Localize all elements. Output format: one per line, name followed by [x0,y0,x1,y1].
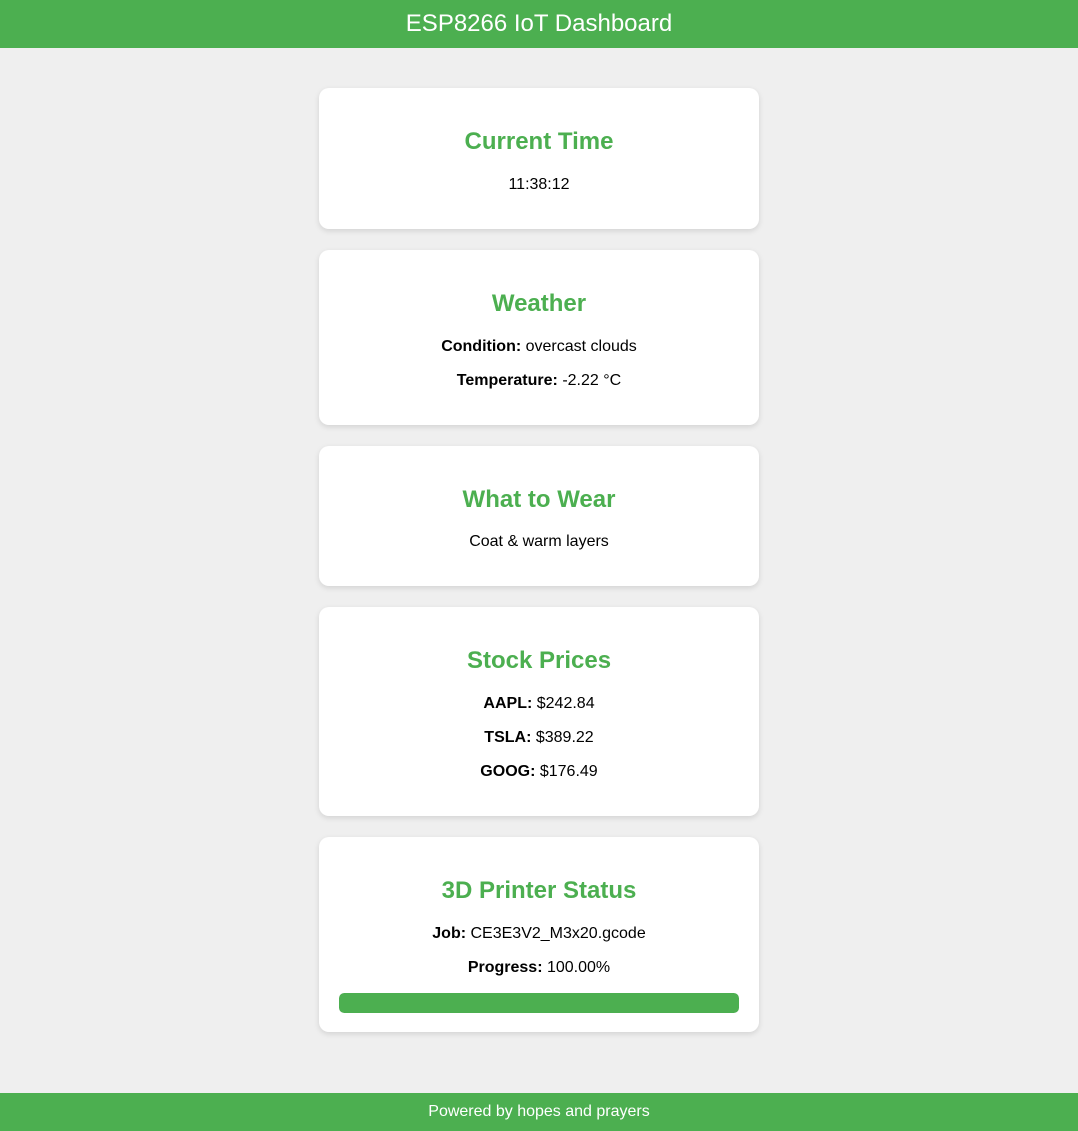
printer-progress: Progress: 100.00% [319,959,759,977]
weather-condition: Condition: overcast clouds [319,338,759,356]
printer-progress-bar [339,993,739,1013]
weather-temperature-value: -2.22 °C [562,372,622,389]
weather-temperature: Temperature: -2.22 °C [319,372,759,390]
current-time-card: Current Time 11:38:12 [319,88,759,229]
weather-condition-label: Condition: [441,338,522,355]
weather-title: Weather [491,290,587,317]
stock-symbol: TSLA: [484,729,532,746]
what-to-wear-card: What to Wear Coat & warm layers [319,446,759,586]
current-time-title: Current Time [464,128,614,155]
stock-row-aapl: AAPL: $242.84 [319,695,759,713]
what-to-wear-value: Coat & warm layers [469,533,609,550]
page-header: ESP8266 IoT Dashboard [0,0,1078,48]
what-to-wear-title: What to Wear [462,486,616,513]
printer-job-value: CE3E3V2_M3x20.gcode [470,925,646,942]
stock-prices-card: Stock Prices AAPL: $242.84 TSLA: $389.22… [319,607,759,816]
page-footer: Powered by hopes and prayers [0,1093,1078,1131]
current-time-value: 11:38:12 [508,176,570,193]
stock-price: $389.22 [535,729,594,746]
weather-temperature-label: Temperature: [456,372,558,389]
stock-price: $242.84 [536,695,595,712]
page-title: ESP8266 IoT Dashboard [405,10,673,37]
weather-condition-value: overcast clouds [525,338,637,355]
printer-status-card: 3D Printer Status Job: CE3E3V2_M3x20.gco… [319,837,759,1032]
stock-symbol: GOOG: [480,763,536,780]
printer-progress-fill [339,993,739,1013]
stock-price: $176.49 [539,763,598,780]
printer-job: Job: CE3E3V2_M3x20.gcode [319,925,759,943]
printer-status-title: 3D Printer Status [441,877,637,904]
stock-symbol: AAPL: [483,695,533,712]
printer-progress-label: Progress: [467,959,543,976]
footer-text: Powered by hopes and prayers [428,1103,650,1120]
stock-row-tsla: TSLA: $389.22 [319,729,759,747]
stock-row-goog: GOOG: $176.49 [319,763,759,781]
printer-job-label: Job: [432,925,467,942]
weather-card: Weather Condition: overcast clouds Tempe… [319,250,759,425]
printer-progress-value: 100.00% [546,959,611,976]
stock-prices-title: Stock Prices [466,647,612,674]
